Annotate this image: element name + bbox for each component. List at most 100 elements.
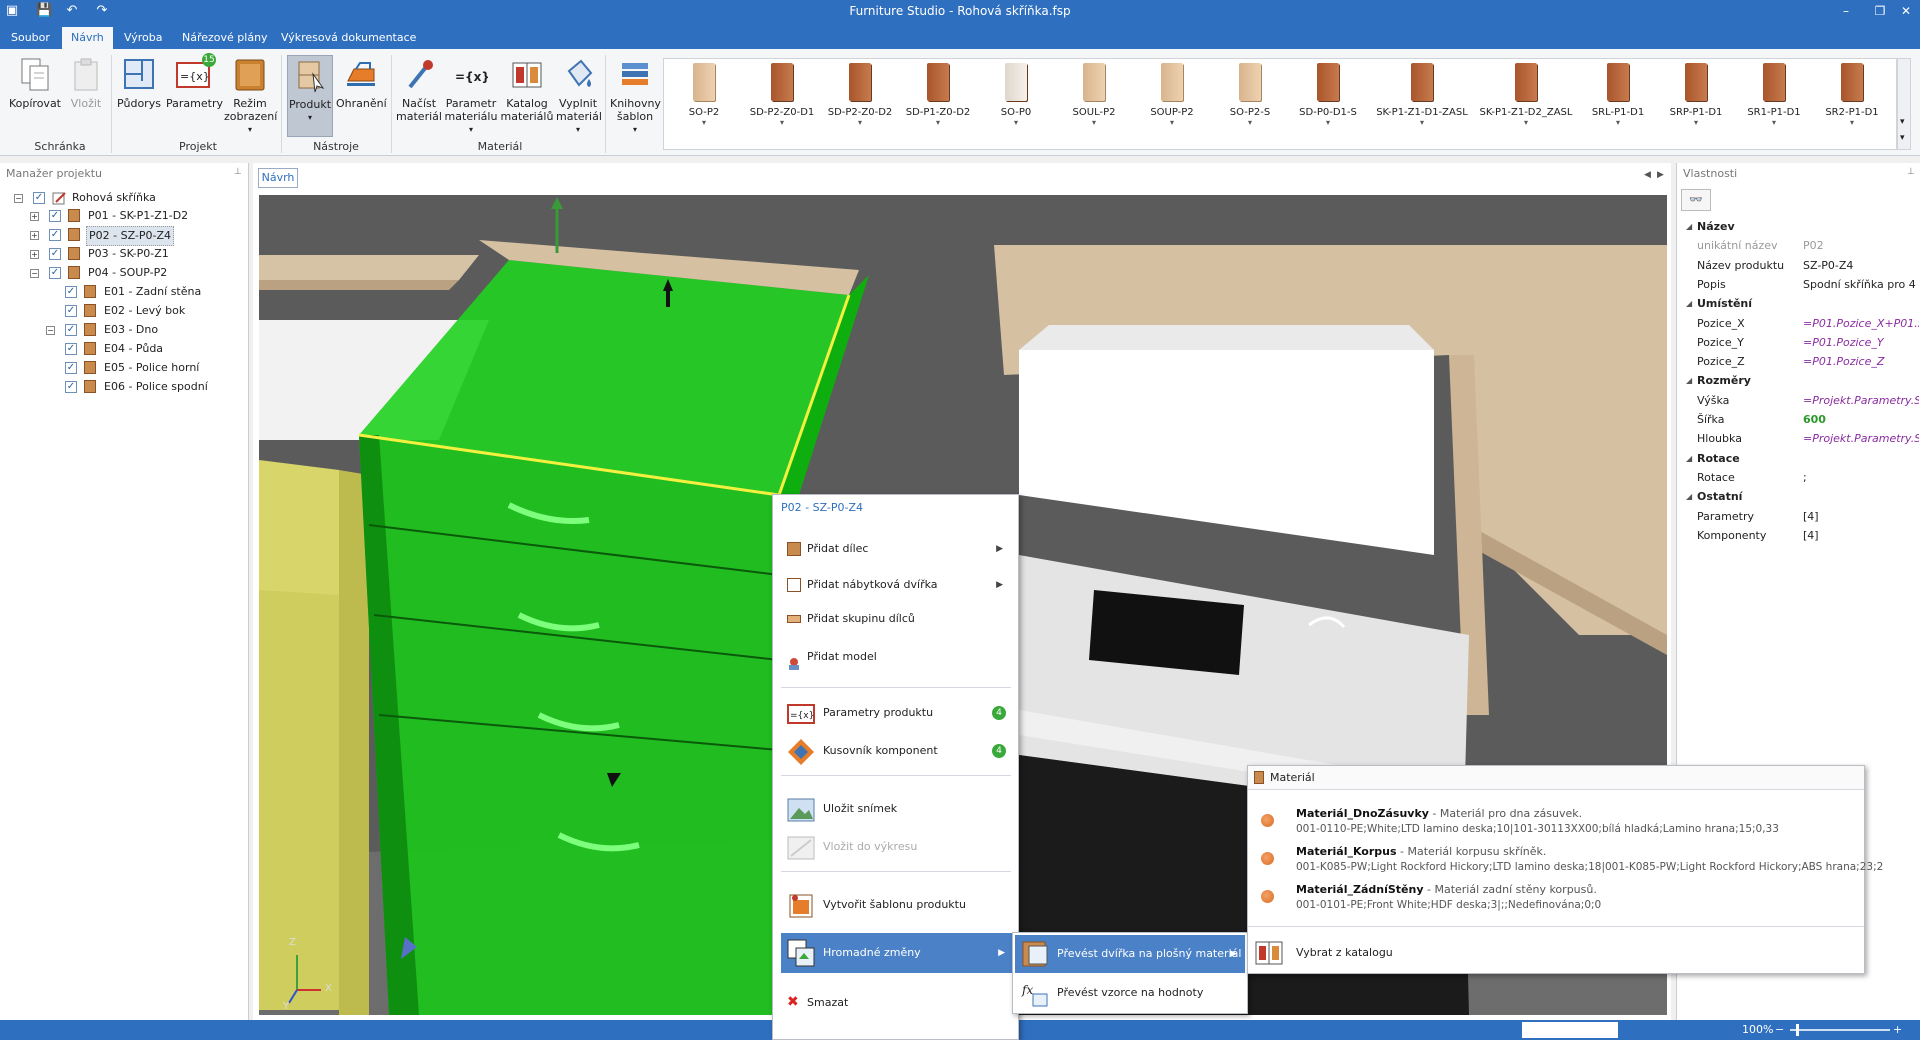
edging-button[interactable]: Ohranění — [336, 55, 387, 110]
tree-item[interactable]: ✓ E06 - Police spodní — [0, 378, 249, 396]
gallery-item[interactable]: SR1-P1-D1 ▾ — [1736, 63, 1812, 127]
tree-item[interactable]: − ✓ P04 - SOUP-P2 — [0, 264, 249, 282]
checkbox[interactable]: ✓ — [49, 248, 61, 260]
menu-tab-vykresova-dokumentace[interactable]: Výkresová dokumentace — [272, 27, 425, 49]
menu-item-pridat-model[interactable]: Přidat model — [781, 639, 1011, 675]
gallery-item[interactable]: SD-P2-Z0-D1 ▾ — [744, 63, 820, 127]
template-libraries-button[interactable]: Knihovny šablon ▾ — [610, 55, 661, 136]
close-icon[interactable]: ✕ — [1896, 2, 1916, 20]
glasses-icon[interactable]: 👓 — [1681, 189, 1711, 211]
menu-item-prevest-vzorce[interactable]: fx Převést vzorce na hodnoty — [1015, 975, 1245, 1011]
menu-item-hromadne-zmeny[interactable]: Hromadné změny ▶ — [781, 933, 1013, 973]
property-row[interactable]: Pozice_Z =P01.Pozice_Z — [1677, 352, 1920, 371]
tree-item[interactable]: ✓ E05 - Police horní — [0, 359, 249, 377]
zoom-out-icon[interactable]: − — [1775, 1023, 1784, 1036]
property-row[interactable]: Šířka 600 — [1677, 410, 1920, 429]
property-value[interactable]: =Projekt.Parametry.Spo — [1803, 391, 1919, 410]
checkbox[interactable]: ✓ — [65, 362, 77, 374]
property-row[interactable]: unikátní název P02 — [1677, 236, 1920, 255]
material-catalog-button[interactable]: Katalog materiálů — [500, 55, 554, 123]
display-mode-button[interactable]: Režim zobrazení ▾ — [224, 55, 277, 136]
checkbox[interactable]: ✓ — [49, 229, 61, 241]
property-row[interactable]: Pozice_X =P01.Pozice_X+P01.Š — [1677, 314, 1920, 333]
menu-tab-narezove-plany[interactable]: Nářezové plány — [173, 27, 277, 49]
gallery-item[interactable]: SO-P2 ▾ — [666, 63, 742, 127]
zoom-slider[interactable] — [1790, 1029, 1890, 1031]
property-value[interactable]: Spodní skříňka pro 4 — [1803, 275, 1919, 294]
material-item[interactable]: Materiál_Korpus - Materiál korpusu skřín… — [1248, 844, 1883, 882]
menu-item-pridat-dvirka[interactable]: Přidat nábytková dvířka ▶ — [781, 567, 1011, 603]
tree-item[interactable]: ✓ E04 - Půda — [0, 340, 249, 358]
chevron-down-icon[interactable]: ▾ — [1900, 117, 1905, 127]
property-row[interactable]: Název produktu SZ-P0-Z4 — [1677, 256, 1920, 275]
collapse-icon[interactable]: − — [14, 194, 23, 203]
property-value[interactable]: P02 — [1803, 236, 1919, 255]
checkbox[interactable]: ✓ — [65, 305, 77, 317]
property-category[interactable]: ◢ Rozměry — [1677, 371, 1920, 390]
menu-item-smazat[interactable]: ✖ Smazat — [781, 985, 1011, 1021]
collapse-icon[interactable]: − — [30, 269, 39, 278]
scroll-left-icon[interactable]: ◀ — [1644, 170, 1651, 180]
property-row[interactable]: Parametry [4] — [1677, 507, 1920, 526]
tree-item[interactable]: − ✓ E03 - Dno — [0, 321, 249, 339]
gallery-item[interactable]: SO-P0 ▾ — [978, 63, 1054, 127]
property-value[interactable]: =P01.Pozice_X+P01.Š — [1803, 314, 1919, 333]
property-row[interactable]: Komponenty [4] — [1677, 526, 1920, 545]
checkbox[interactable]: ✓ — [65, 343, 77, 355]
checkbox[interactable]: ✓ — [65, 381, 77, 393]
paste-button[interactable]: Vložit — [66, 55, 106, 110]
pin-icon[interactable]: ⊥ — [1907, 167, 1915, 177]
tree-item[interactable]: + ✓ P03 - SK-P0-Z1 — [0, 245, 249, 263]
menu-item-ulozit-snimek[interactable]: Uložit snímek — [781, 791, 1011, 827]
gallery-item[interactable]: SD-P1-Z0-D2 ▾ — [900, 63, 976, 127]
menu-tab-soubor[interactable]: Soubor — [2, 27, 59, 49]
minimize-icon[interactable]: – — [1836, 2, 1856, 20]
restore-icon[interactable]: ❐ — [1870, 2, 1890, 20]
material-item[interactable]: Materiál_DnoZásuvky - Materiál pro dna z… — [1248, 806, 1864, 844]
checkbox[interactable]: ✓ — [65, 324, 77, 336]
pin-icon[interactable]: ⊥ — [234, 167, 242, 177]
load-material-button[interactable]: Načíst materiál — [396, 55, 442, 123]
checkbox[interactable]: ✓ — [49, 267, 61, 279]
gallery-item[interactable]: SO-P2-S ▾ — [1212, 63, 1288, 127]
gallery-item[interactable]: SK-P1-Z1-D2_ZASL ▾ — [1474, 63, 1578, 127]
property-value[interactable]: =P01.Pozice_Z — [1803, 352, 1919, 371]
property-category[interactable]: ◢ Ostatní — [1677, 487, 1920, 506]
expand-icon[interactable]: + — [30, 212, 39, 221]
menu-item-prevest-dvirka[interactable]: Převést dvířka na plošný materiál ▶ — [1015, 935, 1245, 973]
checkbox[interactable]: ✓ — [65, 286, 77, 298]
property-value[interactable]: 600 — [1803, 410, 1919, 429]
collapse-icon[interactable]: ◢ — [1686, 449, 1692, 468]
property-row[interactable]: Pozice_Y =P01.Pozice_Y — [1677, 333, 1920, 352]
fill-material-button[interactable]: Vyplnit materiál ▾ — [556, 55, 602, 136]
property-value[interactable]: =P01.Pozice_Y — [1803, 333, 1919, 352]
gallery-item[interactable]: SD-P0-D1-S ▾ — [1290, 63, 1366, 127]
tree-item[interactable]: ✓ E02 - Levý bok — [0, 302, 249, 320]
checkbox[interactable]: ✓ — [49, 210, 61, 222]
tree-root[interactable]: − ✓ Rohová skříňka — [0, 189, 249, 207]
parameters-button[interactable]: ={x} 15 Parametry — [166, 53, 223, 110]
collapse-icon[interactable]: ◢ — [1686, 371, 1692, 390]
tree-item-selected[interactable]: + ✓ P02 - SZ-P0-Z4 — [0, 226, 249, 246]
menu-tab-navrh[interactable]: Návrh — [62, 27, 113, 49]
menu-item-pridat-skupinu[interactable]: Přidat skupinu dílců — [781, 601, 1011, 637]
scroll-right-icon[interactable]: ▶ — [1657, 170, 1664, 180]
menu-item-vytvorit-sablonu[interactable]: Vytvořit šablonu produktu — [781, 887, 1011, 923]
property-value[interactable]: [4] — [1803, 507, 1919, 526]
menu-item-pridat-dilec[interactable]: Přidat dílec ▶ — [781, 531, 1011, 567]
zoom-slider-thumb[interactable] — [1796, 1024, 1799, 1036]
gallery-item[interactable]: SOUP-P2 ▾ — [1134, 63, 1210, 127]
tab-navrh[interactable]: Návrh — [258, 168, 298, 188]
product-button[interactable]: Produkt ▾ — [287, 55, 333, 137]
property-category[interactable]: ◢ Rotace — [1677, 449, 1920, 468]
menu-item-parametry-produktu[interactable]: ={x} Parametry produktu 4 — [781, 695, 1011, 731]
expand-icon[interactable]: + — [30, 250, 39, 259]
gallery-item[interactable]: SRP-P1-D1 ▾ — [1658, 63, 1734, 127]
gallery-scrollbar[interactable]: ▾ ▾ — [1897, 58, 1911, 150]
menu-item-kusovnik[interactable]: Kusovník komponent 4 — [781, 733, 1011, 769]
property-category[interactable]: ◢ Umístění — [1677, 294, 1920, 313]
gallery-item[interactable]: SR2-P1-D1 ▾ — [1814, 63, 1890, 127]
copy-button[interactable]: Kopírovat — [8, 55, 62, 110]
zoom-in-icon[interactable]: + — [1893, 1023, 1902, 1036]
collapse-icon[interactable]: ◢ — [1686, 294, 1692, 313]
